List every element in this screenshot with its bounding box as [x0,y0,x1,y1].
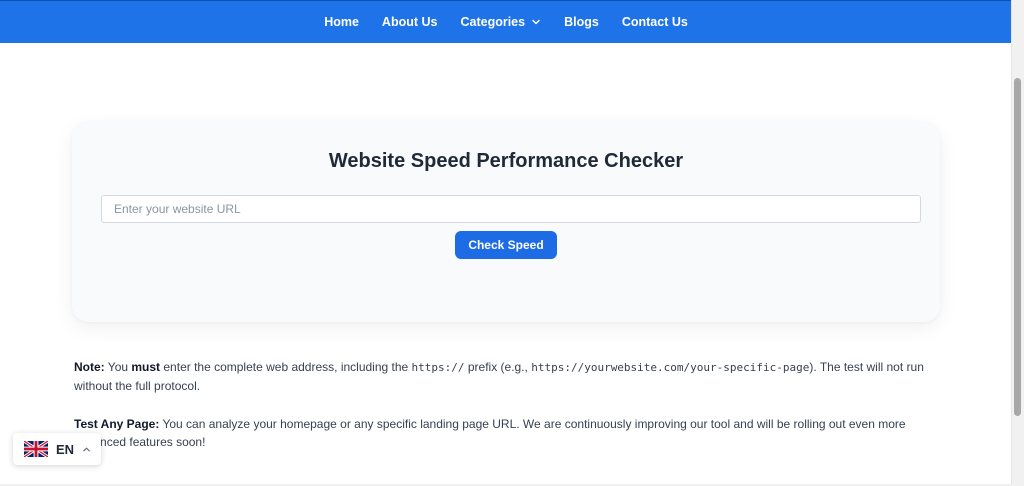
note-prefix-code: https:// [411,361,465,374]
nav-item-blogs[interactable]: Blogs [564,15,599,29]
chevron-up-icon [82,445,91,454]
note2-text: You can analyze your homepage or any spe… [74,417,906,449]
nav-item-categories[interactable]: Categories [460,15,541,29]
note-example-url: https://yourwebsite.com/your-specific-pa… [531,361,810,374]
page-title: Website Speed Performance Checker [328,150,684,172]
language-switcher[interactable]: EN [13,433,101,465]
language-code: EN [56,441,75,457]
nav-item-home[interactable]: Home [324,15,359,29]
speed-checker-card: Website Speed Performance Checker Check … [72,122,940,322]
chevron-down-icon [531,17,541,27]
note-text-3: prefix (e.g., [464,360,532,374]
note-protocol: Note: You must enter the complete web ad… [74,358,944,395]
note-must: must [131,360,161,374]
note-text-2: enter the complete web address, includin… [160,360,412,374]
nav-item-about-us[interactable]: About Us [382,15,438,29]
url-input[interactable] [101,195,921,223]
main-nav: Home About Us Categories Blogs Contact U… [324,15,688,29]
note2-label: Test Any Page: [74,417,160,431]
nav-item-contact-us[interactable]: Contact Us [622,15,688,29]
uk-flag-icon [24,441,48,457]
page: Home About Us Categories Blogs Contact U… [0,0,1024,486]
note-test-any-page: Test Any Page: You can analyze your home… [74,415,944,451]
nav-item-categories-label: Categories [460,15,526,29]
note-label: Note: [74,360,105,374]
check-speed-button[interactable]: Check Speed [455,231,557,259]
scrollbar-thumb[interactable] [1014,78,1021,416]
top-navigation-bar: Home About Us Categories Blogs Contact U… [0,0,1012,43]
vertical-scrollbar[interactable] [1011,0,1024,486]
note-text-1: You [104,360,132,374]
